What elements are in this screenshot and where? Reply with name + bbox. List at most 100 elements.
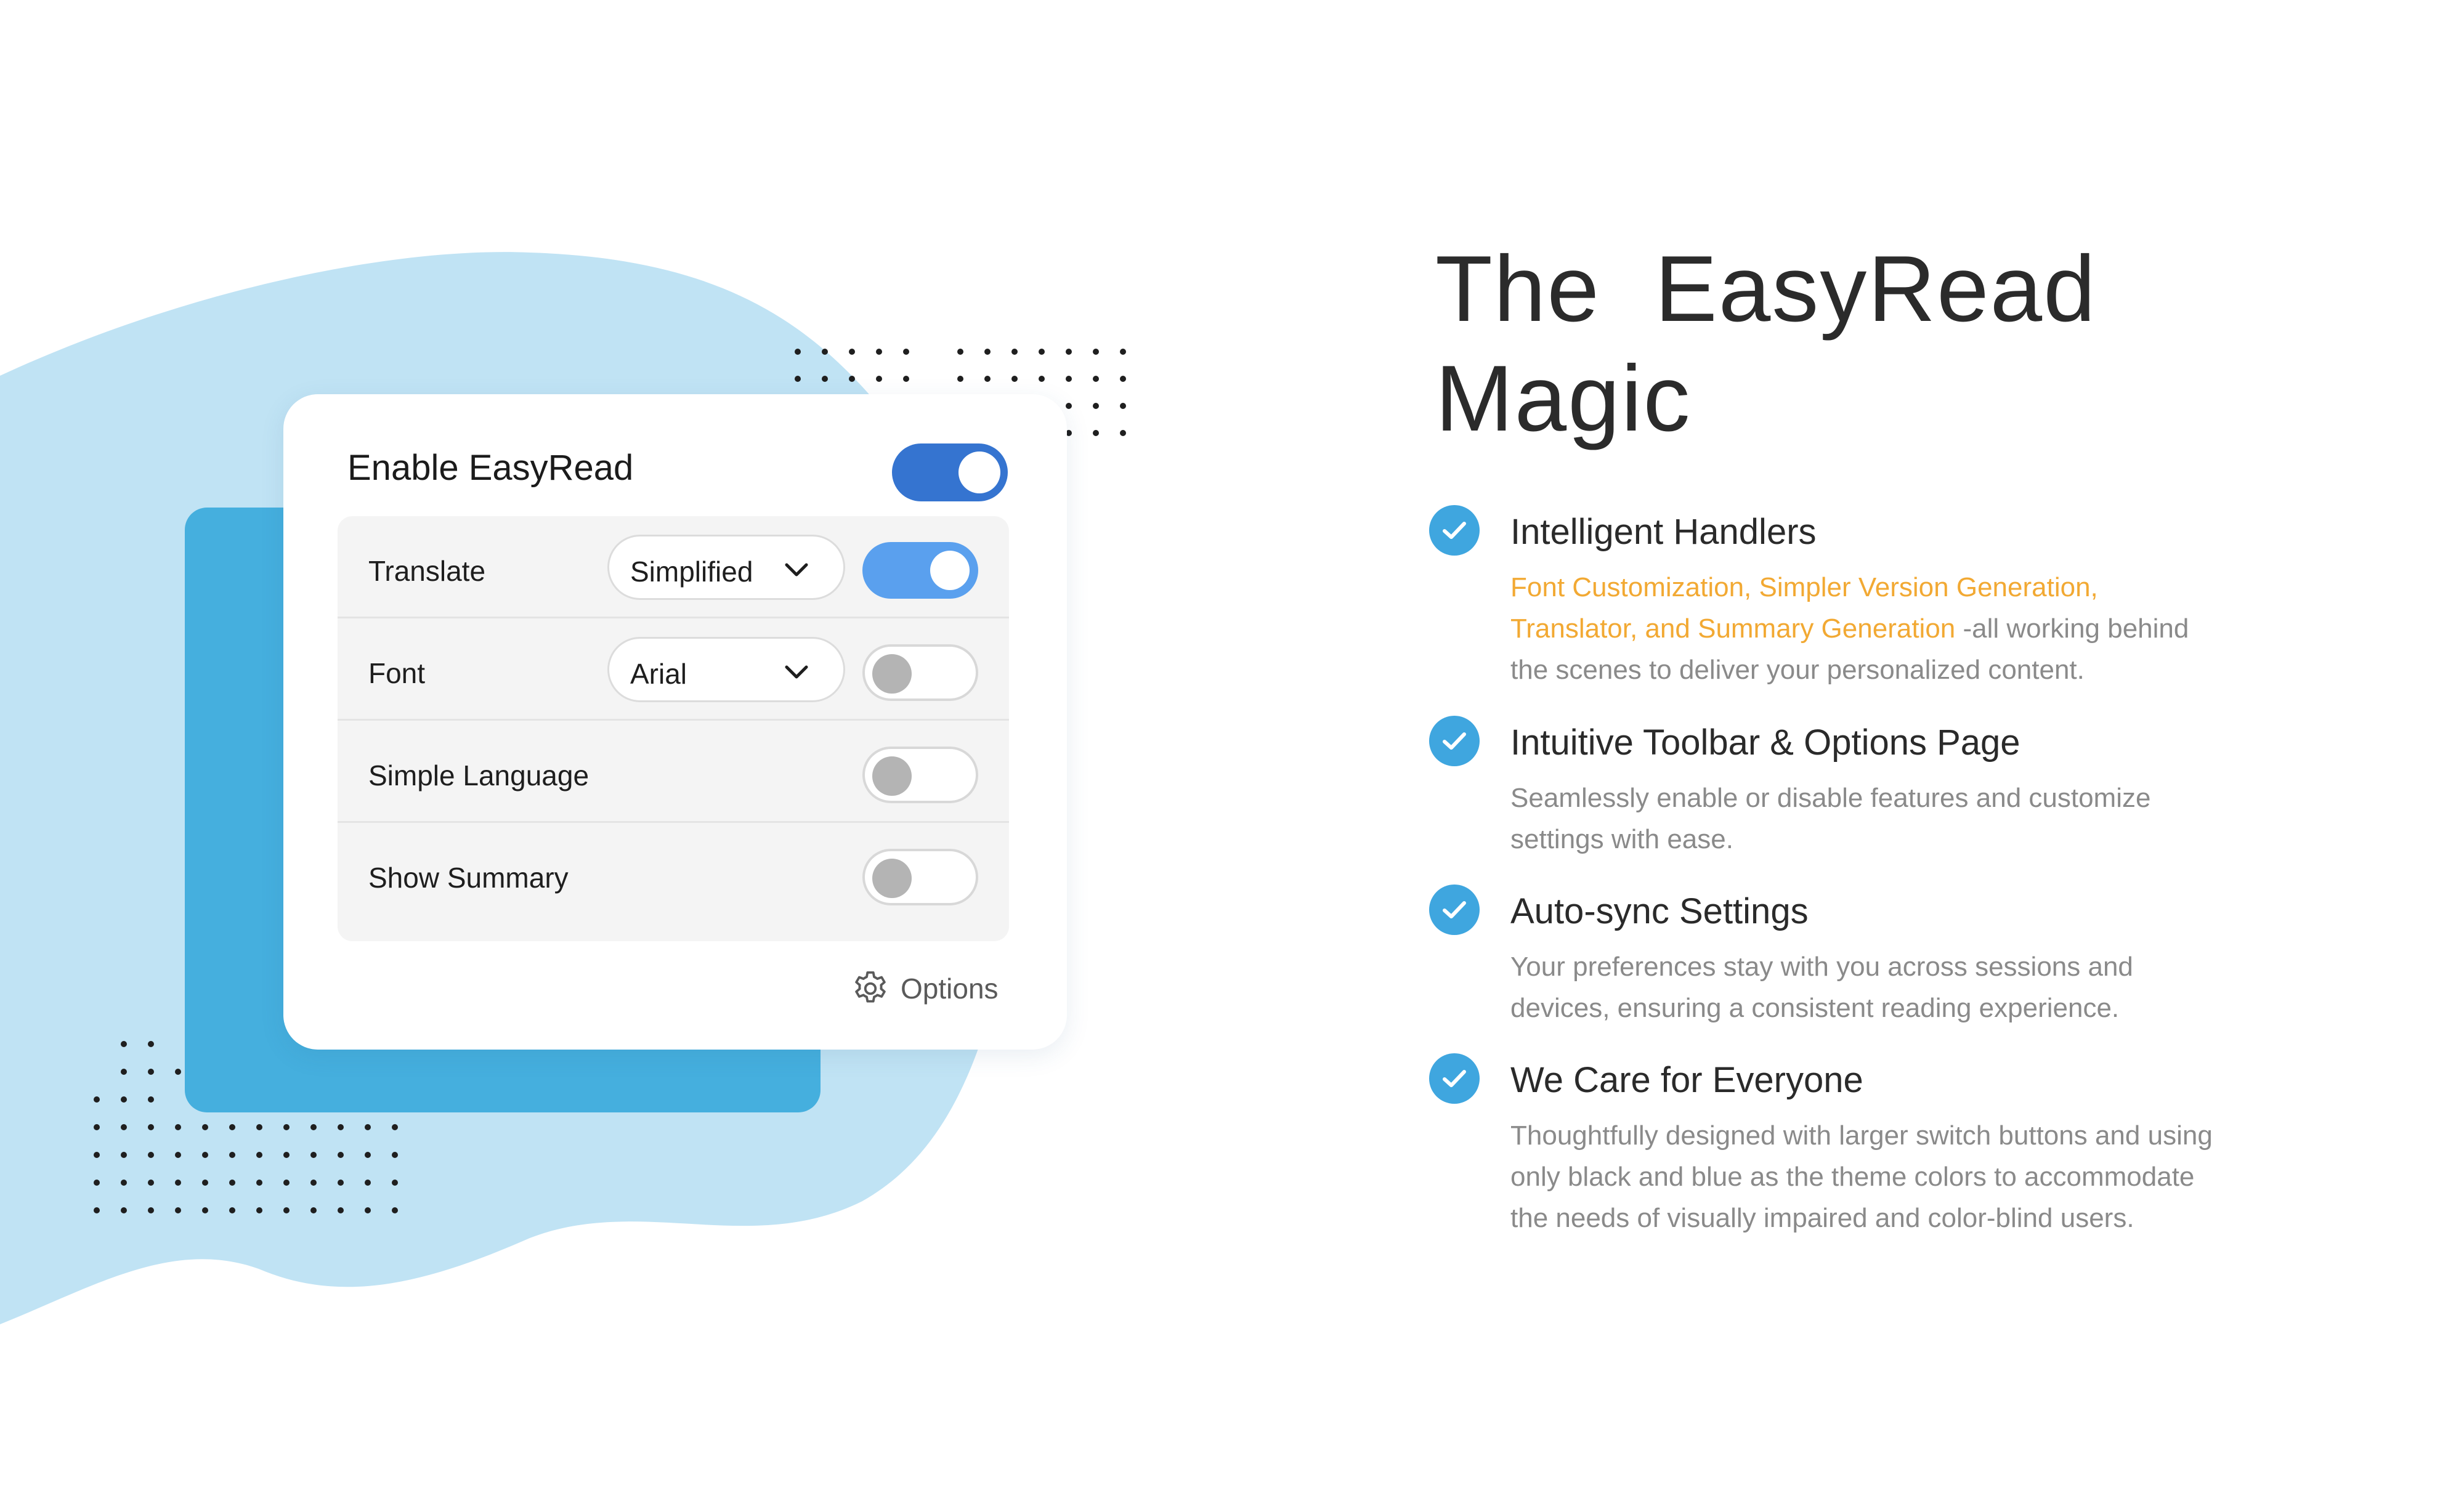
decor-dot xyxy=(392,1180,398,1186)
check-circle-icon xyxy=(1429,885,1480,935)
decor-dot xyxy=(148,1152,154,1158)
select-value: Simplified xyxy=(630,556,753,588)
settings-list: Translate Simplified Font Arial Simple L… xyxy=(338,516,1009,941)
decor-dot xyxy=(338,1180,344,1186)
decor-dot xyxy=(392,1124,398,1130)
decor-dot xyxy=(338,1207,344,1213)
decor-dot xyxy=(256,1124,262,1130)
decor-dot xyxy=(1039,376,1045,382)
decor-dot xyxy=(229,1180,235,1186)
decor-dot xyxy=(121,1069,127,1075)
feature-title: We Care for Everyone xyxy=(1510,1060,1863,1100)
decor-dot xyxy=(202,1152,208,1158)
feature-title: Auto-sync Settings xyxy=(1510,891,1809,931)
decor-dot xyxy=(310,1152,317,1158)
decor-dot xyxy=(822,349,828,355)
decor-dot xyxy=(795,376,801,382)
decor-dot xyxy=(795,349,801,355)
toggle-knob xyxy=(872,654,912,694)
decor-dot xyxy=(256,1152,262,1158)
decor-dot xyxy=(338,1124,344,1130)
decor-dot xyxy=(202,1180,208,1186)
setting-label: Simple Language xyxy=(368,759,590,791)
decor-dot xyxy=(903,376,909,382)
decor-dot xyxy=(148,1180,154,1186)
decor-dot xyxy=(984,376,991,382)
options-link[interactable]: Options xyxy=(850,967,999,1010)
decor-dot xyxy=(1093,403,1099,409)
feature-description: Your preferences stay with you across se… xyxy=(1510,952,2133,1023)
heading-line-1: The EasyRead xyxy=(1435,237,2097,341)
decor-dot xyxy=(1120,403,1126,409)
setting-row-font: Font Arial xyxy=(338,618,1009,721)
feature-title: Intuitive Toolbar & Options Page xyxy=(1510,723,2020,763)
decor-dot xyxy=(148,1124,154,1130)
decor-dot xyxy=(903,349,909,355)
decor-dot xyxy=(1011,349,1018,355)
decor-dot xyxy=(121,1180,127,1186)
decor-dot xyxy=(256,1180,262,1186)
decor-dot xyxy=(365,1124,371,1130)
setting-row-simple-language: Simple Language xyxy=(338,721,1009,823)
decor-dot xyxy=(1066,403,1072,409)
toggle-knob xyxy=(872,756,912,796)
options-label: Options xyxy=(901,973,999,1005)
show-summary-toggle[interactable] xyxy=(862,849,978,905)
decor-dot xyxy=(392,1152,398,1158)
decor-dot xyxy=(365,1152,371,1158)
translate-toggle[interactable] xyxy=(862,542,978,599)
font-toggle[interactable] xyxy=(862,644,978,701)
check-circle-icon xyxy=(1429,1053,1480,1104)
decor-dot xyxy=(283,1124,290,1130)
decor-dot xyxy=(1093,376,1099,382)
easyread-popup-panel: Enable EasyRead Translate Simplified Fon… xyxy=(283,394,1067,1050)
enable-easyread-toggle[interactable] xyxy=(892,443,1008,501)
decor-dot xyxy=(229,1152,235,1158)
decor-dot xyxy=(256,1207,262,1213)
decor-dot xyxy=(1039,349,1045,355)
decor-dot xyxy=(1120,349,1126,355)
decor-dot xyxy=(1066,376,1072,382)
decor-dot xyxy=(121,1152,127,1158)
decor-dot xyxy=(94,1180,100,1186)
chevron-down-icon xyxy=(785,665,808,679)
decor-dot xyxy=(1120,376,1126,382)
decor-dot xyxy=(94,1124,100,1130)
decor-dot xyxy=(148,1069,154,1075)
feature-title: Intelligent Handlers xyxy=(1510,512,1817,552)
decor-dot xyxy=(365,1180,371,1186)
decor-dot xyxy=(283,1152,290,1158)
panel-title: Enable EasyRead xyxy=(347,448,634,488)
feature-description: Seamlessly enable or disable features an… xyxy=(1510,783,2151,854)
decor-dot xyxy=(365,1207,371,1213)
simple-language-toggle[interactable] xyxy=(862,747,978,803)
toggle-knob xyxy=(930,551,970,590)
decor-dot xyxy=(849,349,855,355)
decor-dot xyxy=(1011,376,1018,382)
decor-dot xyxy=(338,1152,344,1158)
check-circle-icon xyxy=(1429,716,1480,766)
setting-label: Show Summary xyxy=(368,862,569,894)
heading-line-2: Magic xyxy=(1435,346,1692,451)
decor-dot xyxy=(984,349,991,355)
setting-row-translate: Translate Simplified xyxy=(338,516,1009,618)
toggle-knob xyxy=(958,451,1000,493)
font-select[interactable]: Arial xyxy=(607,637,845,702)
setting-label: Font xyxy=(368,657,426,689)
decor-dot xyxy=(310,1207,317,1213)
translate-select[interactable]: Simplified xyxy=(607,535,845,600)
decor-dot xyxy=(94,1096,100,1103)
decor-dot xyxy=(148,1207,154,1213)
decor-dot xyxy=(175,1207,181,1213)
decor-dot xyxy=(94,1152,100,1158)
decor-dot xyxy=(148,1041,154,1047)
decor-dot xyxy=(94,1207,100,1213)
decor-dot xyxy=(1093,349,1099,355)
setting-row-show-summary: Show Summary xyxy=(338,823,1009,925)
decor-dot xyxy=(822,376,828,382)
decor-dot xyxy=(283,1207,290,1213)
decor-dot xyxy=(310,1180,317,1186)
decor-dot xyxy=(1066,349,1072,355)
decor-dot xyxy=(175,1069,181,1075)
decor-dot xyxy=(876,349,882,355)
